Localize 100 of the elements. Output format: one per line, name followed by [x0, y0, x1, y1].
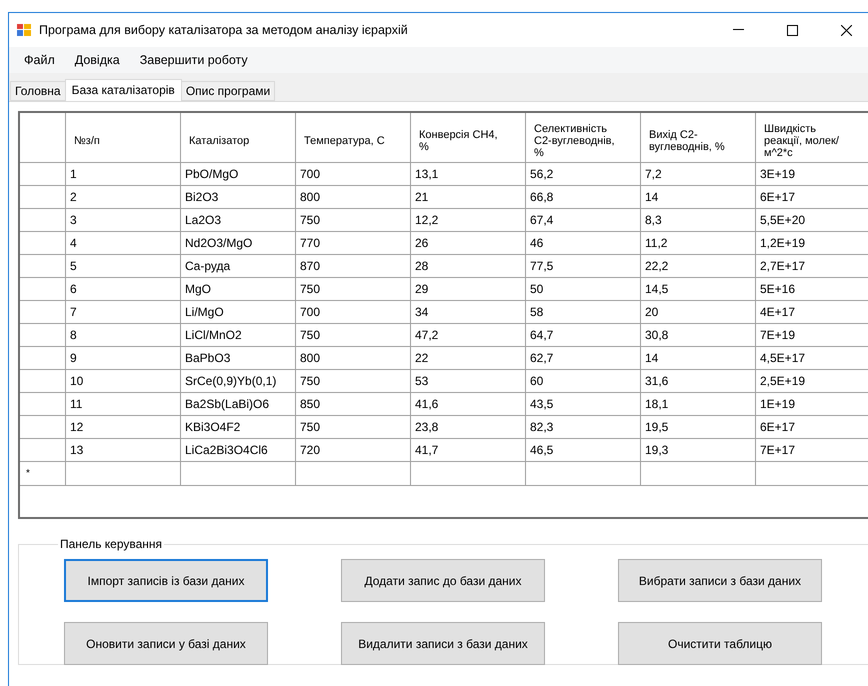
table-cell: 9: [66, 347, 181, 370]
column-header[interactable]: Вихід С2-вуглеводнів, %: [641, 113, 756, 163]
table-cell: 8: [66, 324, 181, 347]
column-header[interactable]: Швидкість реакції, молек/м^2*с: [756, 113, 868, 163]
table-cell: 67,4: [526, 209, 641, 232]
tab[interactable]: Головна: [10, 81, 66, 101]
table-cell: 750: [296, 416, 411, 439]
menu-item[interactable]: Файл: [17, 50, 62, 70]
app-icon: [17, 24, 31, 36]
table-cell: 7: [66, 301, 181, 324]
menu-item[interactable]: Довідка: [68, 50, 127, 70]
table-cell: 13: [66, 439, 181, 462]
row-header[interactable]: [20, 324, 66, 347]
column-header[interactable]: Селективність С2-вуглеводнів, %: [526, 113, 641, 163]
action-button[interactable]: Вибрати записи з бази даних: [618, 559, 822, 602]
table-cell: 19,3: [641, 439, 756, 462]
row-header[interactable]: [20, 393, 66, 416]
table-cell: 6E+17: [756, 416, 868, 439]
tab[interactable]: Опис програми: [180, 81, 276, 101]
table-cell: 850: [296, 393, 411, 416]
table-cell: 58: [526, 301, 641, 324]
table-cell: 14: [641, 347, 756, 370]
table-cell: 4: [66, 232, 181, 255]
table-cell: 62,7: [526, 347, 641, 370]
table-cell: Nd2O3/MgO: [181, 232, 296, 255]
table-cell: 13,1: [411, 163, 526, 186]
table-cell: 18,1: [641, 393, 756, 416]
table-cell: 41,6: [411, 393, 526, 416]
table-cell: 11: [66, 393, 181, 416]
table-cell: 6E+17: [756, 186, 868, 209]
table-cell: 30,8: [641, 324, 756, 347]
close-icon[interactable]: [840, 24, 852, 36]
row-header[interactable]: [20, 278, 66, 301]
table-cell: 60: [526, 370, 641, 393]
table-cell: 22: [411, 347, 526, 370]
table-cell: 28: [411, 255, 526, 278]
row-header[interactable]: [20, 255, 66, 278]
table-cell: LiCl/MnO2: [181, 324, 296, 347]
row-header[interactable]: [20, 370, 66, 393]
table-cell: 870: [296, 255, 411, 278]
table-cell: 31,6: [641, 370, 756, 393]
table-cell: Ca-руда: [181, 255, 296, 278]
table-cell: 77,5: [526, 255, 641, 278]
table-cell: 56,2: [526, 163, 641, 186]
table-cell: 14: [641, 186, 756, 209]
tab[interactable]: База каталізаторів: [64, 79, 182, 101]
action-button[interactable]: Очистити таблицю: [618, 622, 822, 665]
table-cell: 1: [66, 163, 181, 186]
column-header[interactable]: Конверсія CH4, %: [411, 113, 526, 163]
table-cell: 50: [526, 278, 641, 301]
table-cell: 53: [411, 370, 526, 393]
column-header[interactable]: №з/п: [66, 113, 181, 163]
table-cell: 2,7E+17: [756, 255, 868, 278]
table-cell: 6: [66, 278, 181, 301]
table-cell: 1,2E+19: [756, 232, 868, 255]
row-header[interactable]: [20, 209, 66, 232]
table-cell: 800: [296, 186, 411, 209]
table-cell: 800: [296, 347, 411, 370]
minimize-icon[interactable]: [732, 29, 744, 31]
table-cell: 700: [296, 163, 411, 186]
table-cell: Bi2O3: [181, 186, 296, 209]
table-cell: 41,7: [411, 439, 526, 462]
row-header[interactable]: [20, 347, 66, 370]
table-cell: MgO: [181, 278, 296, 301]
table-cell: 46,5: [526, 439, 641, 462]
table-cell: BaPbO3: [181, 347, 296, 370]
row-header[interactable]: [20, 163, 66, 186]
table-cell: 2: [66, 186, 181, 209]
table-cell: 47,2: [411, 324, 526, 347]
table-cell: 66,8: [526, 186, 641, 209]
window-title: Програма для вибору каталізатора за методом аналізу ієрархій: [39, 23, 409, 37]
action-button[interactable]: Додати запис до бази даних: [341, 559, 545, 602]
action-button[interactable]: Імпорт записів із бази даних: [64, 559, 268, 602]
table-cell: 12,2: [411, 209, 526, 232]
row-header[interactable]: [20, 186, 66, 209]
maximize-icon[interactable]: [786, 24, 798, 36]
table-cell: 12: [66, 416, 181, 439]
table-cell: 750: [296, 324, 411, 347]
table-cell: 2,5E+19: [756, 370, 868, 393]
table-cell: 4,5E+17: [756, 347, 868, 370]
column-header[interactable]: Температура, С: [296, 113, 411, 163]
row-header[interactable]: [20, 232, 66, 255]
table-cell: 3: [66, 209, 181, 232]
table-cell: Ba2Sb(LaBi)O6: [181, 393, 296, 416]
table-cell: 7,2: [641, 163, 756, 186]
row-header[interactable]: [20, 439, 66, 462]
table-cell: 26: [411, 232, 526, 255]
row-header[interactable]: [20, 301, 66, 324]
table-cell: 750: [296, 209, 411, 232]
column-header[interactable]: Каталізатор: [181, 113, 296, 163]
table-cell: 21: [411, 186, 526, 209]
row-header[interactable]: [20, 416, 66, 439]
action-button[interactable]: Видалити записи з бази даних: [341, 622, 545, 665]
table-cell: 14,5: [641, 278, 756, 301]
table-cell: 7E+17: [756, 439, 868, 462]
new-row-marker: *: [26, 468, 30, 479]
table-cell: 720: [296, 439, 411, 462]
action-button[interactable]: Оновити записи у базі даних: [64, 622, 268, 665]
menu-item[interactable]: Завершити роботу: [132, 50, 255, 70]
table-cell: 23,8: [411, 416, 526, 439]
